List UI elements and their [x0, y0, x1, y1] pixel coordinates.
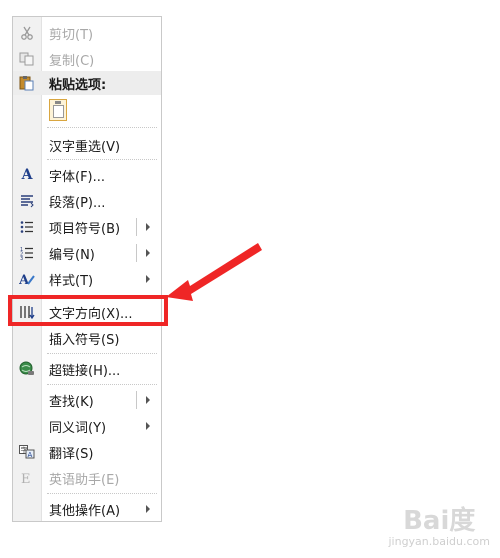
- pointer-arrow-icon: [166, 243, 262, 301]
- screenshot-stage: 剪切(T) 复制(C) 粘贴选项: 汉字重选(V) A 字体(F)... 段落(…: [0, 0, 500, 558]
- watermark-logo: Bai度 jingyan.baidu.com: [388, 507, 490, 548]
- watermark-brand: Bai度: [403, 506, 476, 536]
- watermark-url: jingyan.baidu.com: [388, 535, 490, 548]
